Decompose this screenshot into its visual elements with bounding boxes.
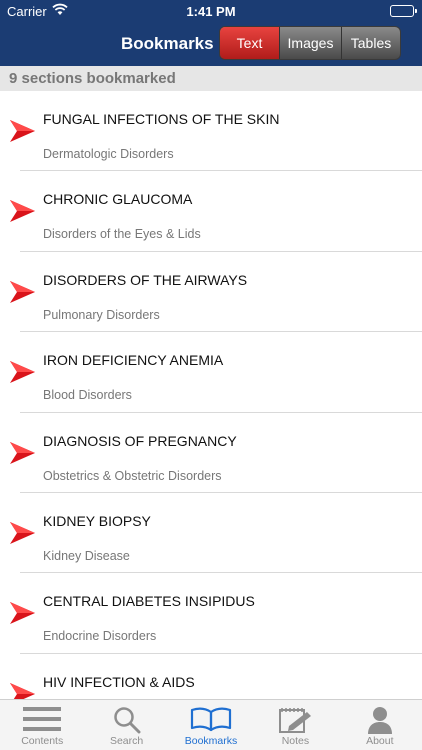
notepad-pencil-icon [279,708,312,733]
bookmark-title: FUNGAL INFECTIONS OF THE SKIN [43,111,280,127]
tab-bookmarks[interactable]: Bookmarks [169,700,253,750]
red-arrow-icon [10,120,35,142]
person-icon [367,707,392,734]
bookmark-title: HIV INFECTION & AIDS [43,673,195,690]
bookmark-list[interactable]: FUNGAL INFECTIONS OF THE SKIN Dermatolog… [0,91,422,699]
battery-icon [390,5,417,17]
bookmark-subtitle: Kidney Disease [43,548,130,563]
tab-about[interactable]: About [338,700,422,750]
bookmark-row[interactable]: CENTRAL DIABETES INSIPIDUS Endocrine Dis… [0,573,422,655]
navigation-bar: Bookmarks Text Images Tables [0,22,422,66]
tab-bar: Contents Search Bookmarks Notes About [0,699,422,750]
bookmark-row[interactable]: IRON DEFICIENCY ANEMIA Blood Disorders [0,332,422,413]
bookmark-subtitle: Endocrine Disorders [43,629,157,644]
bookmark-title: CHRONIC GLAUCOMA [43,191,193,208]
tab-notes[interactable]: Notes [253,700,337,750]
tab-search[interactable]: Search [84,700,168,750]
tab-label: Bookmarks [184,735,238,747]
tab-label: Contents [21,735,64,747]
bookmark-row[interactable]: KIDNEY BIOPSY Kidney Disease [0,493,422,574]
clock: 1:41 PM [186,4,236,19]
content-type-segmented-control: Text Images Tables [219,26,401,60]
red-arrow-icon [10,682,35,699]
bookmark-title: DISORDERS OF THE AIRWAYS [43,271,248,288]
page-title: Bookmarks [121,34,214,53]
red-arrow-icon [10,200,35,223]
bookmark-title: IRON DEFICIENCY ANEMIA [43,352,224,369]
red-arrow-icon [10,361,35,384]
bookmark-subtitle: Blood Disorders [43,388,132,403]
red-arrow-icon [10,521,35,544]
bookmark-title: CENTRAL DIABETES INSIPIDUS [43,593,255,610]
bookmark-row[interactable]: FUNGAL INFECTIONS OF THE SKIN Dermatolog… [0,91,422,172]
bookmark-row[interactable]: DIAGNOSIS OF PREGNANCY Obstetrics & Obst… [0,413,422,494]
bookmark-row[interactable]: DISORDERS OF THE AIRWAYS Pulmonary Disor… [0,252,422,333]
tab-label: About [366,735,394,747]
segment-images[interactable]: Images [279,27,341,59]
bookmark-title: DIAGNOSIS OF PREGNANCY [43,432,237,449]
red-arrow-icon [10,441,35,464]
open-book-icon [190,707,232,732]
bookmark-row[interactable]: HIV INFECTION & AIDS [0,654,422,699]
tab-contents[interactable]: Contents [0,700,84,750]
list-icon [23,707,62,731]
tab-label: Notes [281,735,310,747]
search-icon [113,707,141,734]
segment-tables[interactable]: Tables [341,27,400,59]
status-bar: Carrier 1:41 PM [0,0,422,22]
red-arrow-icon [10,280,35,303]
bookmark-row[interactable]: CHRONIC GLAUCOMA Disorders of the Eyes &… [0,171,422,253]
bookmark-subtitle: Pulmonary Disorders [43,307,160,322]
section-header: 9 sections bookmarked [0,66,422,91]
red-arrow-icon [10,602,35,625]
bookmark-subtitle: Obstetrics & Obstetric Disorders [43,468,222,483]
bookmark-subtitle: Dermatologic Disorders [43,147,174,161]
segment-text[interactable]: Text [220,27,279,59]
tab-label: Search [109,735,144,747]
bookmark-title: KIDNEY BIOPSY [43,512,151,529]
bookmark-subtitle: Disorders of the Eyes & Lids [43,227,201,242]
